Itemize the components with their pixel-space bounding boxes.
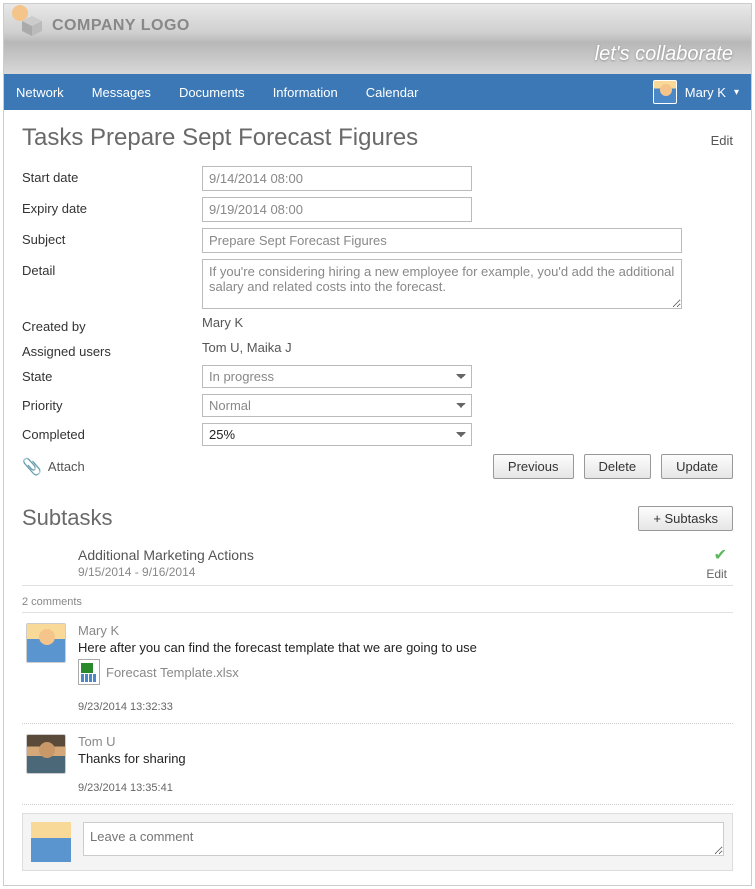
subtask-edit-link[interactable]: Edit [706,567,727,581]
attachment-name: Forecast Template.xlsx [106,665,239,680]
paperclip-icon: 📎 [22,457,42,477]
attach-label: Attach [48,459,85,474]
tagline: let's collaborate [595,43,733,66]
state-select[interactable]: In progress [202,365,472,388]
avatar-icon [31,822,71,862]
comment-author: Tom U [78,734,729,749]
logo: COMPANY LOGO [20,14,735,38]
update-button[interactable]: Update [661,454,733,479]
avatar-icon [653,80,677,104]
label-start-date: Start date [22,166,202,185]
user-name: Mary K [685,85,726,100]
comment-time: 9/23/2014 13:32:33 [78,701,729,713]
logo-text: COMPANY LOGO [52,17,190,35]
comment-box [22,813,733,871]
check-icon: ✔ [714,545,727,565]
label-state: State [22,365,202,384]
subtasks-title: Subtasks [22,505,113,531]
label-expiry-date: Expiry date [22,197,202,216]
subtask-dates: 9/15/2014 - 9/16/2014 [78,565,729,579]
nav-messages[interactable]: Messages [92,85,151,100]
expiry-date-input[interactable] [202,197,472,222]
attachment-link[interactable]: Forecast Template.xlsx [78,659,729,685]
nav-information[interactable]: Information [273,85,338,100]
completed-select[interactable]: 25% [202,423,472,446]
label-detail: Detail [22,259,202,278]
header-banner: COMPANY LOGO let's collaborate [4,4,751,74]
label-created-by: Created by [22,315,202,334]
comment-author: Mary K [78,623,729,638]
user-menu[interactable]: Mary K ▾ [653,80,739,104]
comments-count: 2 comments [22,596,733,613]
navbar: Network Messages Documents Information C… [4,74,751,110]
subject-input[interactable] [202,228,682,253]
subtask-row[interactable]: Additional Marketing Actions 9/15/2014 -… [22,539,733,586]
previous-button[interactable]: Previous [493,454,574,479]
start-date-input[interactable] [202,166,472,191]
nav-documents[interactable]: Documents [179,85,245,100]
detail-textarea[interactable]: If you're considering hiring a new emplo… [202,259,682,309]
label-priority: Priority [22,394,202,413]
label-assigned-users: Assigned users [22,340,202,359]
priority-select[interactable]: Normal [202,394,472,417]
add-subtask-button[interactable]: + Subtasks [638,506,733,531]
label-completed: Completed [22,423,202,442]
subtask-title: Additional Marketing Actions [78,547,729,563]
delete-button[interactable]: Delete [584,454,652,479]
avatar-icon [26,623,66,663]
xlsx-icon [78,659,100,685]
comment-text: Here after you can find the forecast tem… [78,640,729,655]
page-title: Tasks Prepare Sept Forecast Figures [22,124,418,152]
nav-calendar[interactable]: Calendar [366,85,419,100]
comment-text: Thanks for sharing [78,751,729,766]
comment-row: Tom U Thanks for sharing 9/23/2014 13:35… [22,724,733,805]
avatar-icon [26,734,66,774]
comment-row: Mary K Here after you can find the forec… [22,613,733,724]
assigned-users-value: Tom U, Maika J [202,340,733,355]
edit-link[interactable]: Edit [711,133,733,148]
comment-time: 9/23/2014 13:35:41 [78,782,729,794]
created-by-value: Mary K [202,315,733,330]
attach-link[interactable]: 📎 Attach [22,457,85,477]
nav-network[interactable]: Network [16,85,64,100]
label-subject: Subject [22,228,202,247]
comment-input[interactable] [83,822,724,856]
chevron-down-icon: ▾ [734,87,739,98]
